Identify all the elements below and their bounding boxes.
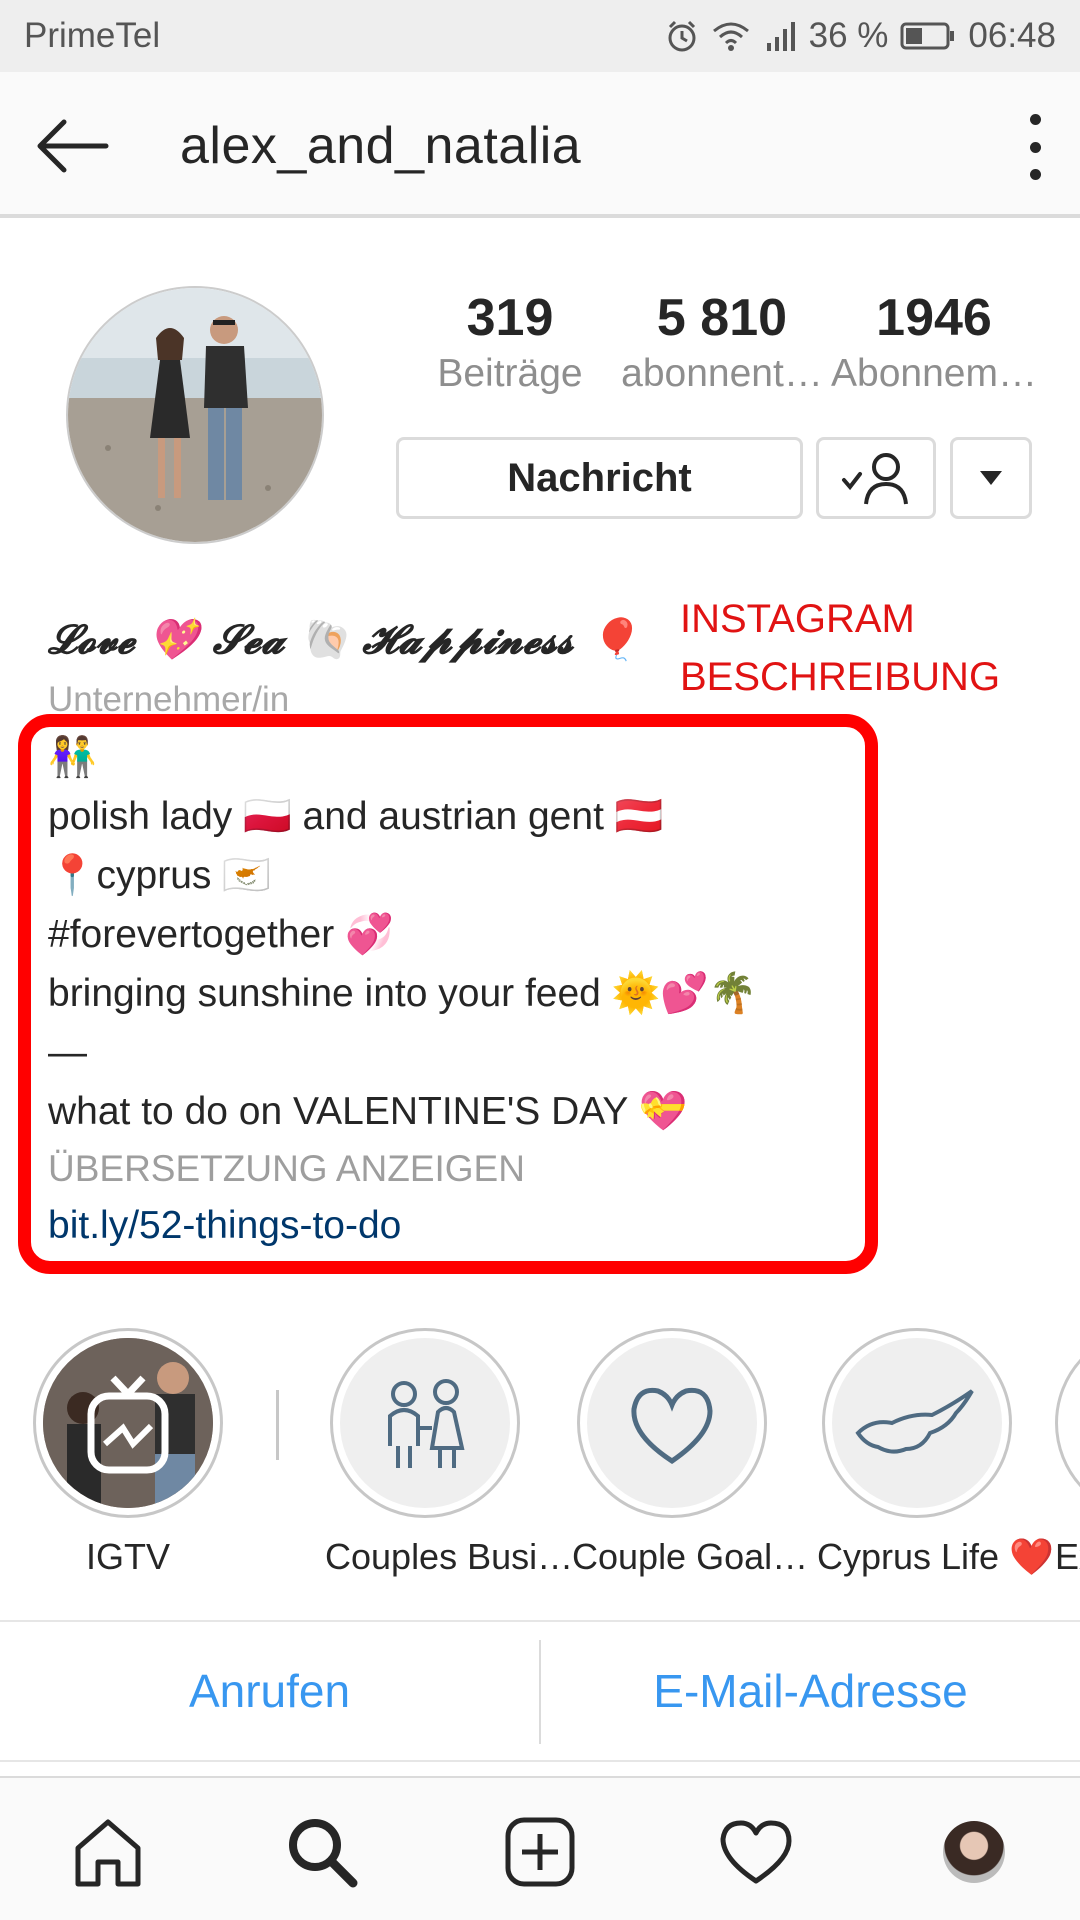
activity-heart-icon [720,1820,792,1884]
home-icon [75,1819,141,1887]
profile-top-bar: alex_and_natalia [0,72,1080,218]
call-button[interactable]: Anrufen [0,1622,539,1760]
highlight-label: Ex [1055,1536,1080,1577]
highlight-label: IGTV [85,1536,170,1577]
highlight-partial[interactable]: Ex [1055,1328,1080,1578]
stat-value: 1946 [876,289,992,347]
stat-label: Abonnem… [831,352,1037,395]
status-icons: 36 % 06:48 [665,16,1056,56]
couple-icon [388,1379,465,1468]
message-button[interactable]: Nachricht [396,437,803,519]
highlights-divider [276,1390,279,1460]
profile-stats: 319 Beiträge 5 810 abonnent… 1946 Abonne… [404,286,1040,396]
stat-posts[interactable]: 319 Beiträge [404,286,616,396]
highlight-cyprus-life[interactable]: Cyprus Life ❤️ [817,1328,1054,1578]
profile-username: alex_and_natalia [180,117,582,175]
wifi-icon [712,22,749,51]
profile-photo-image [68,288,322,542]
story-highlights: IGTV Couples Busi… Couple Goal… Cyprus L… [0,1328,1080,1578]
stat-label: Beiträge [437,352,583,395]
arrow-left-icon [37,119,109,173]
profile-avatar-photo[interactable] [66,286,324,544]
highlight-couple-goals[interactable]: Couple Goal… [572,1328,809,1578]
annotation-highlight-box [18,714,878,1274]
battery-icon [900,22,955,50]
annotation-line-2: BESCHREIBUNG [680,655,1001,699]
stat-value: 319 [466,289,554,347]
nav-search[interactable] [282,1812,362,1892]
following-button[interactable] [816,437,936,519]
profile-avatar [943,1821,1005,1883]
suggestions-dropdown-button[interactable] [950,437,1032,519]
instagram-profile-screen: PrimeTel 36 % 06:48 alex_and_natalia 319… [0,0,1080,1920]
more-vertical-icon [1029,114,1041,125]
caret-down-icon [980,471,1002,485]
highlight-couples-business[interactable]: Couples Busi… [325,1328,574,1578]
clock: 06:48 [968,16,1056,55]
stat-following[interactable]: 1946 Abonnem… [828,286,1040,396]
user-check-icon [842,453,908,505]
annotation-line-1: INSTAGRAM [680,597,915,641]
cyprus-map-icon [855,1389,974,1454]
highlight-label: Cyprus Life ❤️ [817,1536,1054,1577]
bio-display-name: 𝓛𝓸𝓿𝓮 💖 𝓢𝓮𝓪 🐚 𝓗𝓪𝓹𝓹𝓲𝓷𝓮𝓼𝓼 🎈 [48,616,638,663]
battery-percent: 36 % [808,16,889,55]
carrier-name: PrimeTel [24,16,161,55]
email-button[interactable]: E-Mail-Adresse [541,1622,1080,1760]
add-post-icon [505,1817,575,1887]
nav-profile[interactable] [934,1812,1014,1892]
annotation-label: INSTAGRAM BESCHREIBUNG [680,590,1000,706]
stat-label: abonnent… [621,352,823,395]
igtv-icon [43,1338,213,1508]
bio-category: Unternehmer/in [48,680,290,712]
bottom-navigation [0,1776,1080,1920]
nav-home[interactable] [68,1812,148,1892]
search-icon [289,1819,358,1888]
highlight-igtv[interactable]: IGTV [28,1328,228,1578]
highlight-label: Couples Busi… [325,1536,574,1577]
stat-value: 5 810 [656,289,788,347]
heart-outline-icon [631,1387,713,1465]
signal-icon [766,22,795,51]
highlight-label: Couple Goal… [572,1536,809,1577]
nav-new-post[interactable] [500,1812,580,1892]
alarm-icon [668,20,696,52]
contact-options: Anrufen E-Mail-Adresse [0,1620,1080,1762]
stat-followers[interactable]: 5 810 abonnent… [616,286,828,396]
back-button[interactable] [34,116,110,176]
status-bar: PrimeTel 36 % 06:48 [0,0,1080,72]
more-options-button[interactable] [1020,114,1050,180]
nav-activity[interactable] [716,1812,796,1892]
